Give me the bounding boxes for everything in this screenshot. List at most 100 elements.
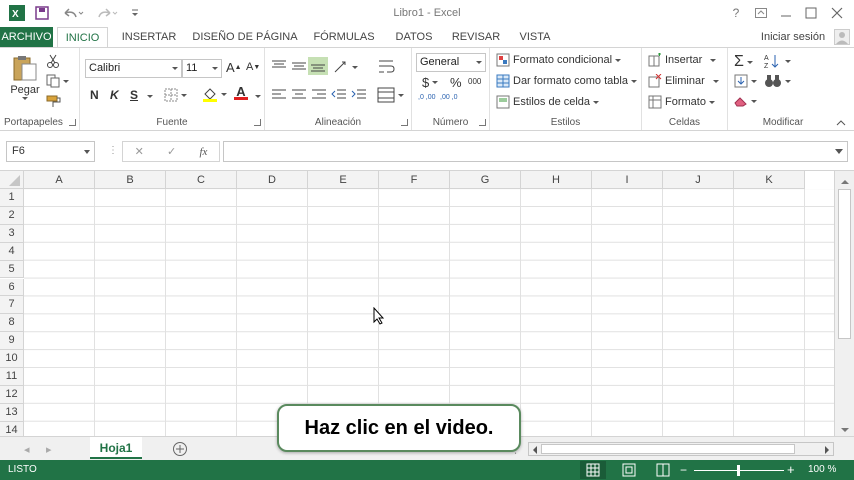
horizontal-scrollbar[interactable] bbox=[528, 442, 834, 456]
column-header[interactable]: F bbox=[379, 171, 450, 189]
column-header[interactable]: C bbox=[166, 171, 237, 189]
find-select-dropdown-icon[interactable] bbox=[785, 79, 791, 83]
conditional-format-dropdown-icon[interactable] bbox=[615, 58, 622, 62]
formula-input[interactable] bbox=[223, 141, 848, 162]
expand-formula-bar-icon[interactable] bbox=[835, 149, 843, 154]
align-bottom-button[interactable] bbox=[308, 57, 328, 75]
row-header[interactable]: 14 bbox=[0, 421, 24, 436]
close-icon[interactable] bbox=[830, 5, 844, 21]
row-header[interactable]: 5 bbox=[0, 260, 24, 279]
font-launcher-icon[interactable] bbox=[254, 119, 261, 126]
insert-cells-dropdown-icon[interactable] bbox=[710, 58, 717, 62]
row-header[interactable]: 7 bbox=[0, 296, 24, 315]
currency-dropdown-icon[interactable] bbox=[432, 81, 439, 84]
vertical-scroll-thumb[interactable] bbox=[838, 189, 851, 339]
align-right-button[interactable] bbox=[311, 89, 327, 101]
find-select-button[interactable] bbox=[764, 74, 791, 88]
select-all-corner[interactable] bbox=[0, 171, 24, 189]
format-as-table-button[interactable]: Dar formato como tabla bbox=[496, 74, 637, 88]
zoom-slider-thumb[interactable] bbox=[737, 465, 740, 476]
scroll-right-icon[interactable] bbox=[824, 445, 830, 457]
row-header[interactable]: 3 bbox=[0, 224, 24, 243]
number-format-dropdown-icon[interactable] bbox=[476, 61, 482, 64]
page-break-view-button[interactable] bbox=[656, 463, 670, 480]
wrap-text-button[interactable] bbox=[377, 58, 395, 76]
clipboard-launcher-icon[interactable] bbox=[69, 119, 76, 126]
format-painter-button[interactable] bbox=[46, 94, 62, 108]
insert-cells-button[interactable]: Insertar bbox=[648, 53, 717, 67]
font-size-dropdown-icon[interactable] bbox=[212, 67, 218, 70]
tab-diseno-de-pagina[interactable]: DISEÑO DE PÁGINA bbox=[190, 27, 300, 47]
font-color-dropdown-icon[interactable] bbox=[255, 95, 261, 98]
tab-archivo[interactable]: ARCHIVO bbox=[0, 27, 53, 47]
number-format-combo[interactable]: General bbox=[416, 53, 486, 72]
cells-area[interactable] bbox=[24, 189, 834, 436]
align-middle-button[interactable] bbox=[291, 60, 307, 72]
decrease-decimal-button[interactable]: ,00 ,0 bbox=[440, 94, 458, 102]
bold-button[interactable]: N bbox=[90, 88, 99, 102]
next-sheet-icon[interactable]: ▸ bbox=[46, 443, 52, 456]
paste-button[interactable]: Pegar bbox=[8, 54, 42, 100]
collapse-ribbon-icon[interactable] bbox=[836, 118, 846, 130]
sheet-tab-hoja1[interactable]: Hoja1 bbox=[90, 437, 142, 459]
cut-button[interactable] bbox=[46, 54, 60, 68]
column-header[interactable]: H bbox=[521, 171, 592, 189]
alignment-launcher-icon[interactable] bbox=[401, 119, 408, 126]
click-video-callout[interactable]: Haz clic en el video. bbox=[277, 404, 521, 452]
format-cells-dropdown-icon[interactable] bbox=[708, 100, 715, 104]
cancel-entry-icon[interactable]: ✕ bbox=[135, 145, 144, 158]
tab-formulas[interactable]: FÓRMULAS bbox=[308, 27, 380, 47]
cell-styles-button[interactable]: Estilos de celda bbox=[496, 95, 600, 109]
confirm-entry-icon[interactable]: ✓ bbox=[167, 145, 176, 158]
orientation-button[interactable] bbox=[333, 60, 358, 74]
merge-dropdown-icon[interactable] bbox=[398, 93, 404, 97]
name-box[interactable]: F6 bbox=[6, 141, 95, 162]
sign-in-link[interactable]: Iniciar sesión bbox=[758, 27, 828, 47]
column-header[interactable]: B bbox=[95, 171, 166, 189]
worksheet-grid[interactable]: ABCDEFGHIJK 1 2 3 4 5 6 7 8 9 10 11 12 13 14 bbox=[0, 171, 854, 436]
font-name-dropdown-icon[interactable] bbox=[172, 67, 178, 70]
delete-cells-button[interactable]: Eliminar bbox=[648, 74, 719, 88]
autosum-button[interactable]: Σ bbox=[734, 53, 753, 71]
conditional-format-button[interactable]: Formato condicional bbox=[496, 53, 622, 67]
align-center-button[interactable] bbox=[291, 89, 307, 101]
paste-dropdown-icon[interactable] bbox=[22, 97, 28, 100]
vertical-scrollbar[interactable] bbox=[834, 171, 854, 436]
name-box-dropdown-icon[interactable] bbox=[84, 150, 90, 154]
tab-insertar[interactable]: INSERTAR bbox=[118, 27, 180, 47]
normal-view-button[interactable] bbox=[580, 461, 606, 479]
column-header[interactable]: G bbox=[450, 171, 521, 189]
maximize-icon[interactable] bbox=[804, 5, 818, 21]
currency-button[interactable]: $ bbox=[422, 75, 439, 90]
column-header[interactable]: I bbox=[592, 171, 663, 189]
row-header[interactable]: 4 bbox=[0, 242, 24, 261]
column-header[interactable]: K bbox=[734, 171, 805, 189]
sort-filter-button[interactable]: AZ bbox=[764, 53, 791, 69]
font-size-combo[interactable]: 11 bbox=[182, 59, 222, 78]
column-header[interactable]: J bbox=[663, 171, 734, 189]
ribbon-display-options-icon[interactable] bbox=[754, 5, 768, 21]
decrease-indent-button[interactable] bbox=[331, 89, 347, 101]
copy-dropdown-icon[interactable] bbox=[63, 79, 69, 83]
horizontal-scroll-thumb[interactable] bbox=[541, 444, 795, 454]
cell-styles-dropdown-icon[interactable] bbox=[593, 100, 600, 104]
align-top-button[interactable] bbox=[271, 60, 287, 72]
minimize-icon[interactable] bbox=[779, 5, 793, 21]
underline-dropdown-icon[interactable] bbox=[147, 95, 153, 98]
column-header[interactable]: E bbox=[308, 171, 379, 189]
column-header[interactable]: D bbox=[237, 171, 308, 189]
underline-button[interactable]: S bbox=[130, 88, 138, 102]
delete-cells-dropdown-icon[interactable] bbox=[712, 79, 719, 83]
row-header[interactable]: 9 bbox=[0, 332, 24, 351]
borders-dropdown-icon[interactable] bbox=[181, 93, 187, 97]
row-header[interactable]: 11 bbox=[0, 368, 24, 386]
zoom-level[interactable]: 100 % bbox=[808, 464, 836, 475]
insert-function-button[interactable]: fx bbox=[199, 146, 207, 158]
copy-button[interactable] bbox=[46, 74, 69, 88]
scroll-up-icon[interactable] bbox=[841, 176, 849, 188]
autosum-dropdown-icon[interactable] bbox=[746, 60, 753, 64]
scroll-down-icon[interactable] bbox=[841, 424, 849, 436]
number-launcher-icon[interactable] bbox=[479, 119, 486, 126]
row-header[interactable]: 8 bbox=[0, 314, 24, 333]
clear-button[interactable] bbox=[734, 95, 757, 107]
